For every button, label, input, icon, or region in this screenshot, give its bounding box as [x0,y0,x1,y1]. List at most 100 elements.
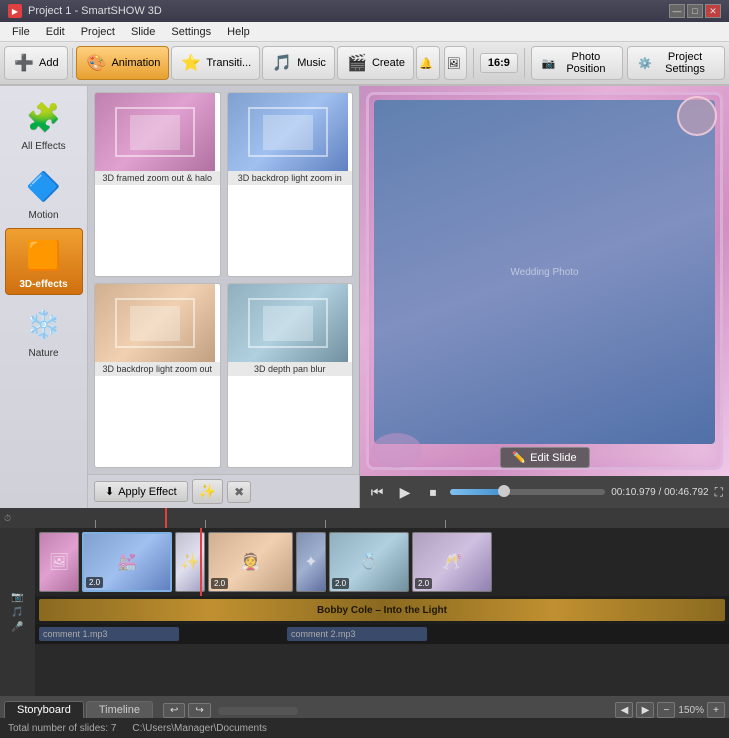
animation-button[interactable]: 🎨 Animation [76,46,169,80]
slide-thumb-2[interactable]: 💒 2.0 [82,532,172,592]
slide-thumb-3[interactable]: ✨ [175,532,205,592]
aspect-ratio-button[interactable]: 16:9 [480,53,518,73]
transition-button[interactable]: ⭐ Transiti... [171,46,260,80]
effect-thumb-label-4: 3D depth pan blur [228,362,353,376]
slides-track: 🖼 💒 2.0 ✨ 👰 2.0 ✦ 💍 2 [35,528,729,596]
music-label: Music [297,57,326,69]
track-icon-3[interactable]: 🎤 [11,622,23,633]
undo-button[interactable]: ↩ [163,703,185,718]
effect-thumb-1[interactable]: 3D framed zoom out & halo [94,92,221,277]
titlebar: ▶ Project 1 - SmartSHOW 3D — □ ✕ [0,0,729,22]
all-effects-label: All Effects [21,141,65,152]
progress-bar[interactable] [450,489,605,495]
slide-thumb-4[interactable]: 👰 2.0 [208,532,293,592]
slide-thumb-6[interactable]: 💍 2.0 [329,532,409,592]
preview-controls: ⏮ ▶ ⏹ 00:10.979 / 00:46.792 ⛶ [360,476,729,508]
magic-button[interactable]: ✨ [192,479,223,504]
storyboard-tab[interactable]: Storyboard [4,701,84,718]
progress-fill [450,489,504,495]
track-icon-1[interactable]: 📷 [11,592,23,603]
project-settings-label: Project Settings [656,51,714,75]
ruler-line-1 [95,520,96,528]
rewind-button[interactable]: ⏮ [366,481,388,503]
slide-img-3: ✨ [176,533,204,591]
timeline-tab[interactable]: Timeline [86,701,153,718]
add-button[interactable]: ➕ Add [4,46,68,80]
zoom-in-button[interactable]: + [707,702,725,718]
track-icon-2[interactable]: 🎵 [11,607,23,618]
create-button[interactable]: 🎬 Create [337,46,414,80]
stop-button[interactable]: ⏹ [422,481,444,503]
3d-effects-icon: 🟧 [22,233,66,277]
timeline-left-controls: 📷 🎵 🎤 [0,528,35,696]
effect-thumb-4[interactable]: 3D depth pan blur [227,283,354,468]
zoom-out-button[interactable]: − [657,702,675,718]
prev-slide-button[interactable]: ◀ [615,702,633,718]
app-icon: ▶ [8,4,22,18]
motion-icon: 🔷 [22,164,66,208]
slide-duration-4: 2.0 [211,578,228,589]
fullscreen-button[interactable]: ⛶ [715,485,723,500]
notifications-button[interactable]: 🔔 [416,46,440,80]
menu-project[interactable]: Project [73,24,123,40]
music-button[interactable]: 🎵 Music [262,46,335,80]
gallery-button[interactable]: 🖼 [444,46,468,80]
add-icon: ➕ [13,52,35,74]
menu-file[interactable]: File [4,24,38,40]
photo-pos-label: Photo Position [559,51,612,75]
all-effects-item[interactable]: 🧩 All Effects [5,90,83,157]
menu-help[interactable]: Help [219,24,258,40]
comment-track: comment 1.mp3 comment 2.mp3 [35,624,729,644]
slide-thumb-1[interactable]: 🖼 [39,532,79,592]
menu-slide[interactable]: Slide [123,24,163,40]
slide-thumb-5[interactable]: ✦ [296,532,326,592]
close-button[interactable]: ✕ [705,4,721,18]
playhead[interactable] [165,508,167,528]
effect-thumb-3[interactable]: 3D backdrop light zoom out [94,283,221,468]
progress-handle[interactable] [498,485,510,497]
wedding-preview: Wedding Photo ✏️ Edit Slide [360,86,729,476]
play-button[interactable]: ▶ [394,481,416,503]
menu-edit[interactable]: Edit [38,24,73,40]
ruler-line-4 [445,520,446,528]
titlebar-left: ▶ Project 1 - SmartSHOW 3D [8,4,162,18]
menubar: File Edit Project Slide Settings Help [0,22,729,42]
motion-item[interactable]: 🔷 Motion [5,159,83,226]
edit-slide-label: Edit Slide [530,452,576,464]
file-path: C:\Users\Manager\Documents [132,723,267,734]
3d-effects-item[interactable]: 🟧 3D-effects [5,228,83,295]
time-display: 00:10.979 / 00:46.792 [611,487,708,498]
comment2-label: comment 2.mp3 [291,629,356,639]
add-label: Add [39,57,59,69]
nature-item[interactable]: ❄️ Nature [5,297,83,364]
total-slides: Total number of slides: 7 [8,723,116,734]
photo-icon: 🖼 [447,57,461,70]
separator-3 [524,48,525,78]
menu-settings[interactable]: Settings [163,24,219,40]
current-time: 00:10.979 [611,487,656,498]
music-icon: 🎵 [271,52,293,74]
left-effects-panel: 🧩 All Effects 🔷 Motion 🟧 3D-effects ❄️ N… [0,86,88,508]
effect-thumb-2[interactable]: 3D backdrop light zoom in [227,92,354,277]
minimize-button[interactable]: — [669,4,685,18]
project-settings-button[interactable]: ⚙️ Project Settings [627,46,725,80]
bottom-bar: Storyboard Timeline ↩ ↪ ◀ ▶ − 150% + Tot… [0,696,729,738]
photo-position-button[interactable]: 📷 Photo Position [531,46,624,80]
effect-thumb-label-3: 3D backdrop light zoom out [95,362,220,376]
slide-thumb-7[interactable]: 🥂 2.0 [412,532,492,592]
3d-effects-label: 3D-effects [19,279,67,290]
effect-thumb-img-4 [228,284,348,362]
erase-button[interactable]: ✖ [227,481,251,503]
next-slide-button[interactable]: ▶ [636,702,654,718]
zoom-slider[interactable] [218,707,298,715]
effect-thumb-label-1: 3D framed zoom out & halo [95,171,220,185]
apply-effect-button[interactable]: ⬇ Apply Effect [94,481,188,502]
motion-label: Motion [28,210,58,221]
edit-slide-button[interactable]: ✏️ Edit Slide [499,447,589,468]
redo-button[interactable]: ↪ [188,703,210,718]
titlebar-controls[interactable]: — □ ✕ [669,4,721,18]
separator-1 [72,48,73,78]
maximize-button[interactable]: □ [687,4,703,18]
effect-thumb-img-1 [95,93,215,171]
audio-track: Bobby Cole – Into the Light [35,596,729,624]
